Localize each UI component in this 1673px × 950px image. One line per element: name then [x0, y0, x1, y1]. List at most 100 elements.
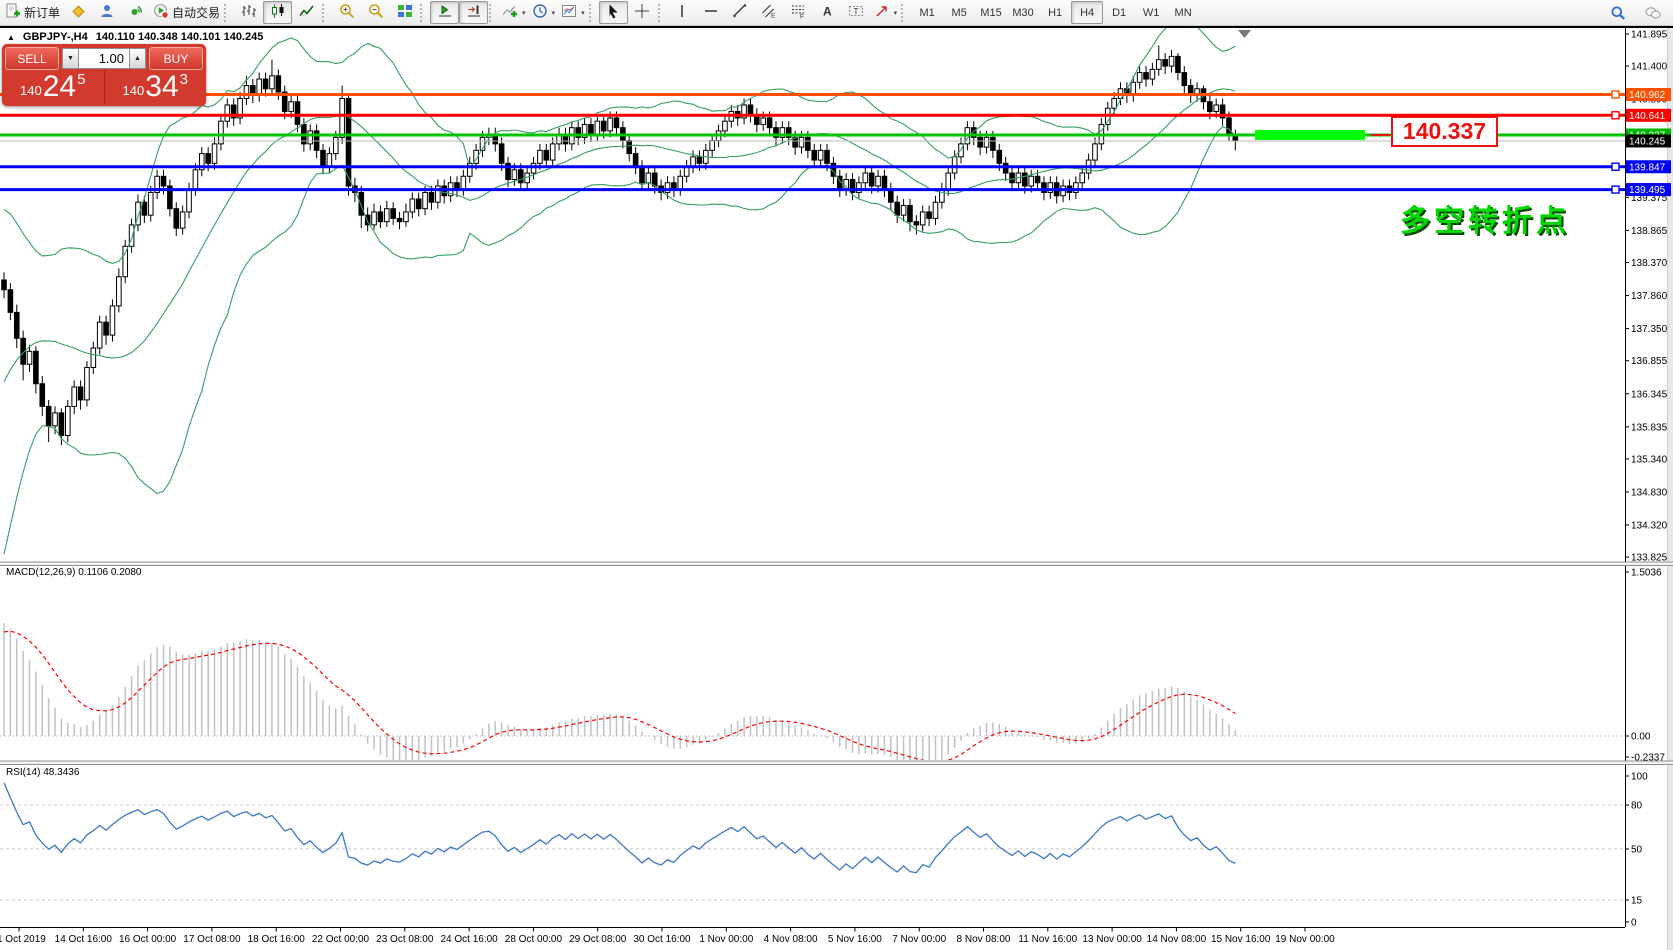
profiles-button[interactable]: [92, 1, 121, 24]
price-axis[interactable]: 141.895141.400140.890140.385139.880139.3…: [1625, 30, 1671, 929]
svg-text:A: A: [823, 5, 832, 19]
panel-separator[interactable]: [0, 761, 1673, 765]
crosshair-button[interactable]: [628, 1, 657, 24]
hline-button[interactable]: [697, 1, 726, 24]
tf-m30-button-label: M30: [1012, 7, 1033, 19]
candle: [40, 376, 45, 416]
chart-symbol-period: GBPJPY-,H4: [23, 31, 88, 43]
indicators-button[interactable]: ▾: [499, 1, 529, 24]
new-order-button[interactable]: 新订单: [2, 1, 63, 24]
time-tick-label: 28 Oct 00:00: [505, 934, 563, 945]
chat-button[interactable]: [1638, 1, 1667, 24]
sell-button[interactable]: SELL: [5, 47, 59, 70]
tf-w1-button[interactable]: W1: [1135, 1, 1167, 24]
chart-shift-marker[interactable]: [1238, 30, 1251, 38]
sell-price-sup: 5: [77, 71, 85, 88]
label-button[interactable]: T: [842, 1, 871, 24]
tf-m30-button[interactable]: M30: [1007, 1, 1039, 24]
line-chart-button[interactable]: [292, 1, 321, 24]
template-icon: [561, 3, 577, 22]
tf-m15-button[interactable]: M15: [975, 1, 1007, 24]
candle: [774, 121, 779, 145]
candle: [321, 144, 326, 174]
hline-marker[interactable]: [1612, 186, 1619, 193]
candle: [148, 186, 153, 222]
buy-price[interactable]: 140 34 3: [104, 70, 207, 103]
alerts-button[interactable]: [121, 1, 150, 24]
templates-button[interactable]: ▾: [558, 1, 588, 24]
tf-h1-button[interactable]: H1: [1039, 1, 1071, 24]
autotrading-button[interactable]: 自动交易: [150, 1, 223, 24]
vline-button[interactable]: [668, 1, 697, 24]
rsi-axis-label: 0: [1631, 918, 1637, 929]
candle: [270, 60, 275, 96]
volume-down-button[interactable]: ▼: [62, 48, 79, 69]
volume-up-button[interactable]: ▲: [129, 48, 146, 69]
candle: [34, 346, 39, 393]
candle: [251, 79, 256, 103]
macd-axis-label: 1.5036: [1631, 568, 1662, 579]
shapes-button[interactable]: ▾: [871, 1, 901, 24]
panel-separator[interactable]: [0, 562, 1673, 566]
hline-icon: [703, 3, 719, 22]
candle: [1220, 98, 1225, 125]
hline-marker[interactable]: [1612, 163, 1619, 170]
chart-shift-button[interactable]: [459, 1, 488, 24]
candle: [365, 207, 370, 231]
candle: [889, 183, 894, 210]
tf-m1-button[interactable]: M1: [911, 1, 943, 24]
tile-windows-button[interactable]: [390, 1, 419, 24]
cursor-button[interactable]: [599, 1, 628, 24]
trendline-button[interactable]: [726, 1, 755, 24]
search-button[interactable]: [1603, 1, 1632, 24]
auto-scroll-button[interactable]: [430, 1, 459, 24]
time-axis[interactable]: 11 Oct 201914 Oct 16:0016 Oct 00:0017 Oc…: [0, 928, 1335, 946]
toolbar-grip: [322, 4, 331, 22]
time-tick-label: 22 Oct 00:00: [312, 934, 370, 945]
time-tick-label: 30 Oct 16:00: [633, 934, 691, 945]
channel-button[interactable]: E: [755, 1, 784, 24]
candle: [104, 316, 109, 345]
tf-d1-button[interactable]: D1: [1103, 1, 1135, 24]
candle: [627, 134, 632, 161]
hline-marker[interactable]: [1612, 112, 1619, 119]
periods-button[interactable]: ▾: [529, 1, 559, 24]
hline-price-label-text: 140.962: [1629, 90, 1666, 101]
candle: [231, 98, 236, 125]
tf-m5-button[interactable]: M5: [943, 1, 975, 24]
mt4-window: 新订单自动交易▾▾▾EFAT▾M1M5M15M30H1H4D1W1MN 141.…: [0, 0, 1673, 950]
price-callout-box[interactable]: 140.337: [1391, 116, 1498, 147]
candle: [378, 205, 383, 228]
rsi-axis-label: 80: [1631, 801, 1643, 812]
candle: [1093, 137, 1098, 166]
candlestick-button[interactable]: [263, 1, 292, 24]
metaeditor-button[interactable]: [63, 1, 92, 24]
candle: [123, 240, 128, 283]
candle: [882, 170, 887, 197]
main-chart-area[interactable]: [0, 19, 1625, 555]
turning-point-annotation[interactable]: 多空转折点: [1400, 196, 1570, 240]
rsi-axis-label: 100: [1631, 772, 1648, 783]
candles-icon: [270, 3, 286, 22]
zoom-in-button[interactable]: [332, 1, 361, 24]
highlight-bar[interactable]: [1255, 130, 1365, 140]
hline-marker[interactable]: [1612, 91, 1619, 98]
rsi-panel[interactable]: [0, 783, 1625, 900]
fibonacci-button[interactable]: F: [784, 1, 813, 24]
price-tick-label: 134.320: [1631, 521, 1668, 532]
candle: [327, 147, 332, 173]
candle: [901, 199, 906, 222]
buy-button[interactable]: BUY: [149, 47, 203, 70]
text-button[interactable]: A: [813, 1, 842, 24]
diamond-icon: [70, 3, 86, 22]
candle: [66, 400, 71, 442]
tf-h4-button[interactable]: H4: [1071, 1, 1103, 24]
tf-mn-button[interactable]: MN: [1167, 1, 1199, 24]
collapse-panel-icon[interactable]: ▲: [7, 33, 15, 42]
bar-chart-button[interactable]: [234, 1, 263, 24]
volume-field[interactable]: 1.00: [79, 48, 129, 69]
sell-price[interactable]: 140 24 5: [2, 70, 104, 103]
macd-panel[interactable]: [0, 623, 1625, 761]
zoom-out-button[interactable]: [361, 1, 390, 24]
current-price-label-text: 140.245: [1629, 136, 1666, 147]
